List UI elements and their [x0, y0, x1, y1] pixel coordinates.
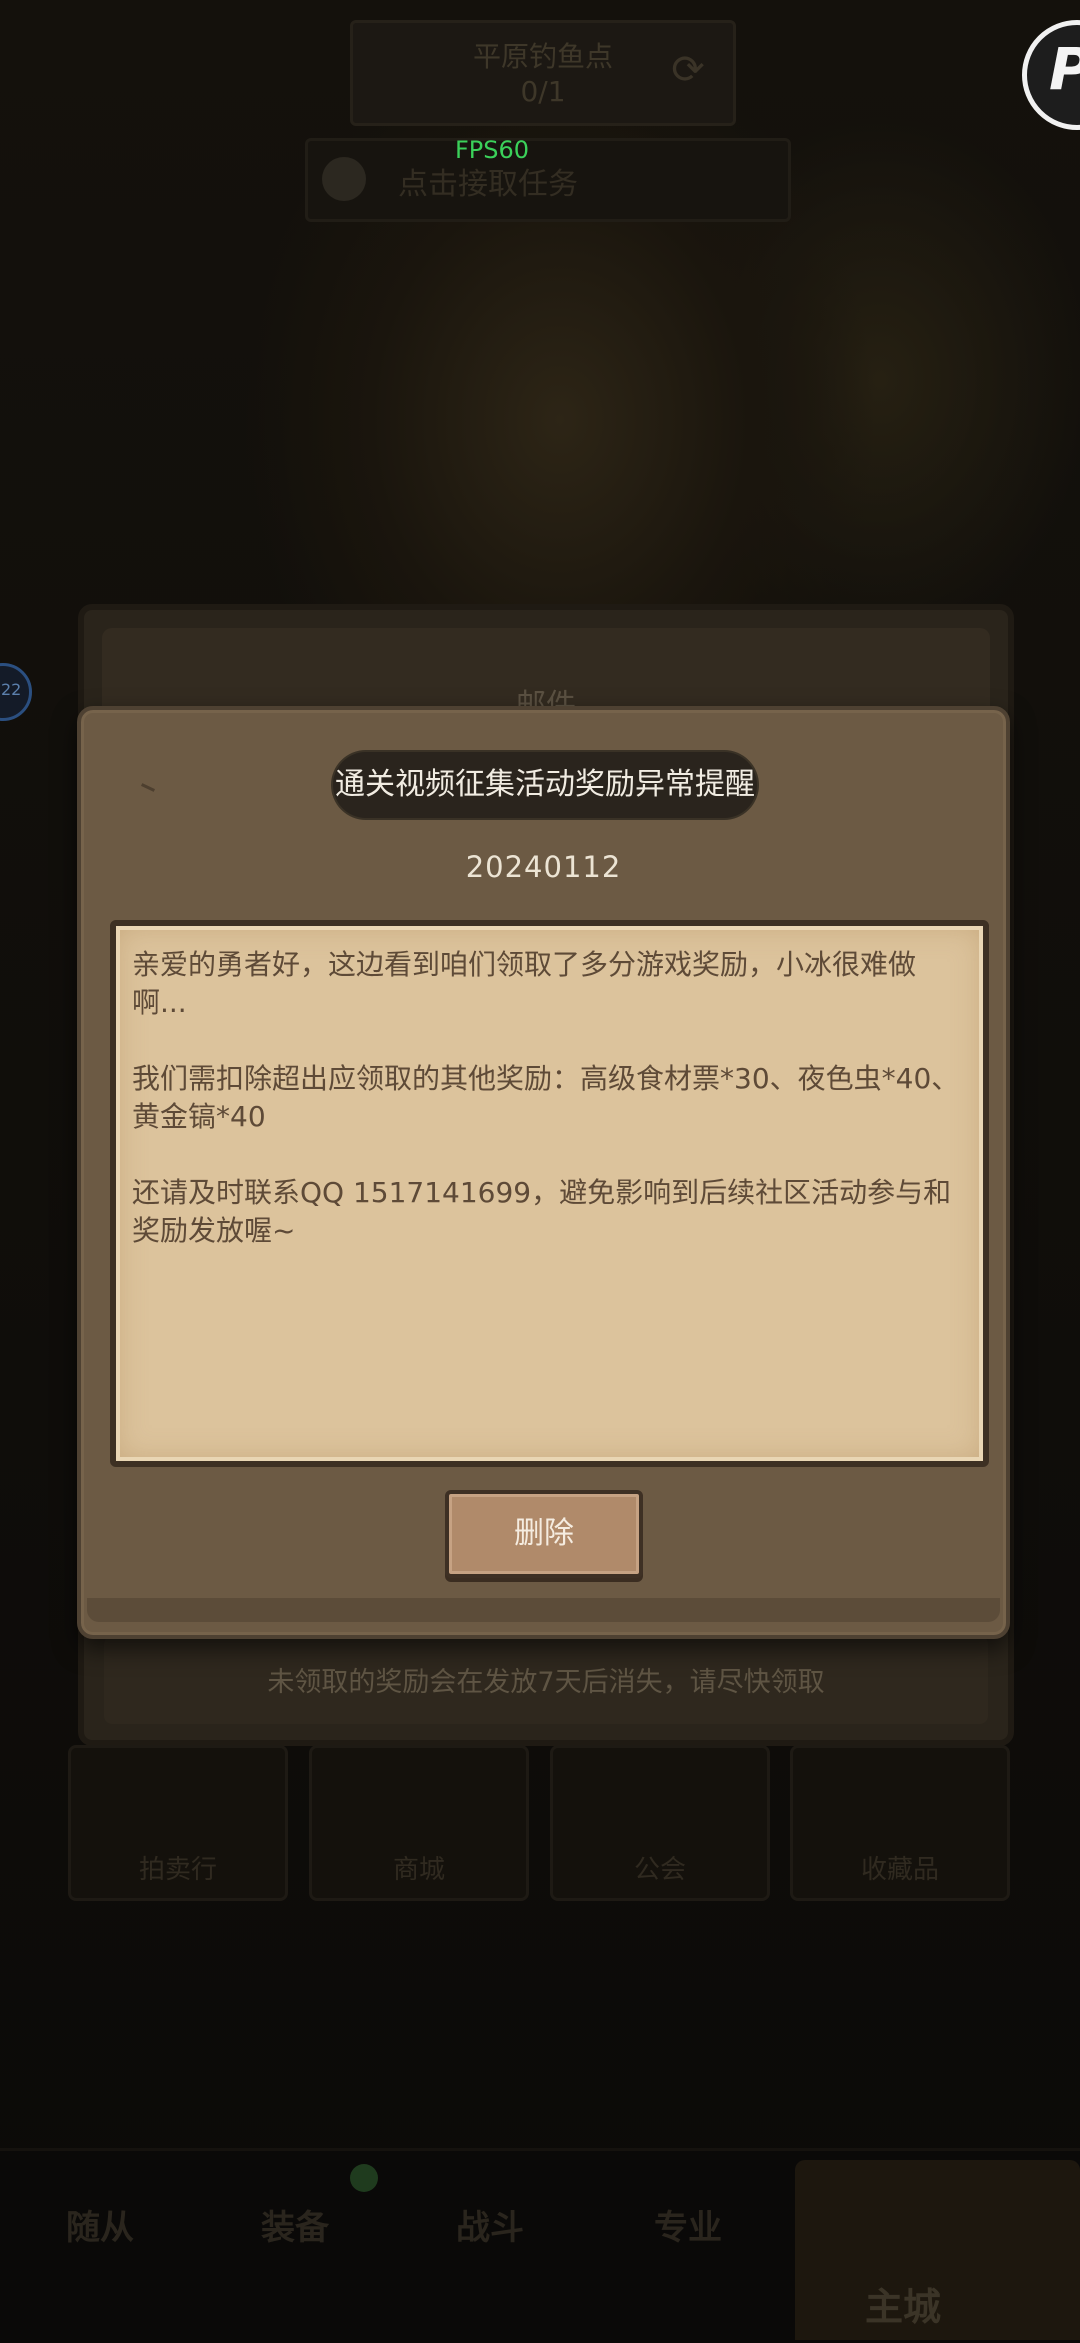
- nav-profession: 专业: [654, 2208, 722, 2248]
- mail-detail-dialog: 通关视频征集活动奖励异常提醒 20240112 亲爱的勇者好，这边看到咱们领取了…: [77, 706, 1010, 1639]
- refresh-icon: ⟳: [671, 47, 705, 93]
- mail-body-panel[interactable]: 亲爱的勇者好，这边看到咱们领取了多分游戏奖励，小冰很难做啊... 我们需扣除超出…: [110, 920, 989, 1467]
- collection-tile: 收藏品: [790, 1745, 1010, 1901]
- nav-followers: 随从: [66, 2208, 134, 2248]
- nav-battle: 战斗: [456, 2208, 524, 2248]
- fishing-spot-panel: 平原钓鱼点 0/1 ⟳: [350, 20, 736, 126]
- accept-task-label: 点击接取任务: [398, 167, 578, 202]
- shop-tile: 商城: [309, 1745, 529, 1901]
- task-icon: [322, 157, 366, 201]
- mail-subject: 通关视频征集活动奖励异常提醒: [333, 752, 757, 818]
- dialog-base-edge: [87, 1598, 1000, 1622]
- collection-label: 收藏品: [860, 1855, 939, 1885]
- auction-house-label: 拍卖行: [138, 1855, 217, 1885]
- nav-main-city-label: 主城: [865, 2285, 942, 2329]
- dialog-scratch: [141, 783, 155, 792]
- delete-button[interactable]: 删除: [445, 1490, 643, 1578]
- overlay-app-letter: P: [1049, 35, 1080, 103]
- side-level-value: 22: [1, 680, 22, 699]
- nav-main-city: 主城: [795, 2160, 1080, 2340]
- shop-label: 商城: [392, 1855, 445, 1885]
- auction-house-tile: 拍卖行: [68, 1745, 288, 1901]
- notification-dot-icon: [350, 2164, 378, 2192]
- mail-expiry-notice: 未领取的奖励会在发放7天后消失，请尽快领取: [267, 1667, 825, 1698]
- guild-tile: 公会: [550, 1745, 770, 1901]
- mail-date: 20240112: [465, 850, 622, 884]
- guild-label: 公会: [633, 1855, 686, 1885]
- mail-body-text: 亲爱的勇者好，这边看到咱们领取了多分游戏奖励，小冰很难做啊... 我们需扣除超出…: [132, 948, 960, 1247]
- accept-task-bar: 点击接取任务: [305, 138, 791, 222]
- fps-counter: FPS60: [455, 136, 530, 164]
- nav-equipment: 装备: [261, 2208, 329, 2248]
